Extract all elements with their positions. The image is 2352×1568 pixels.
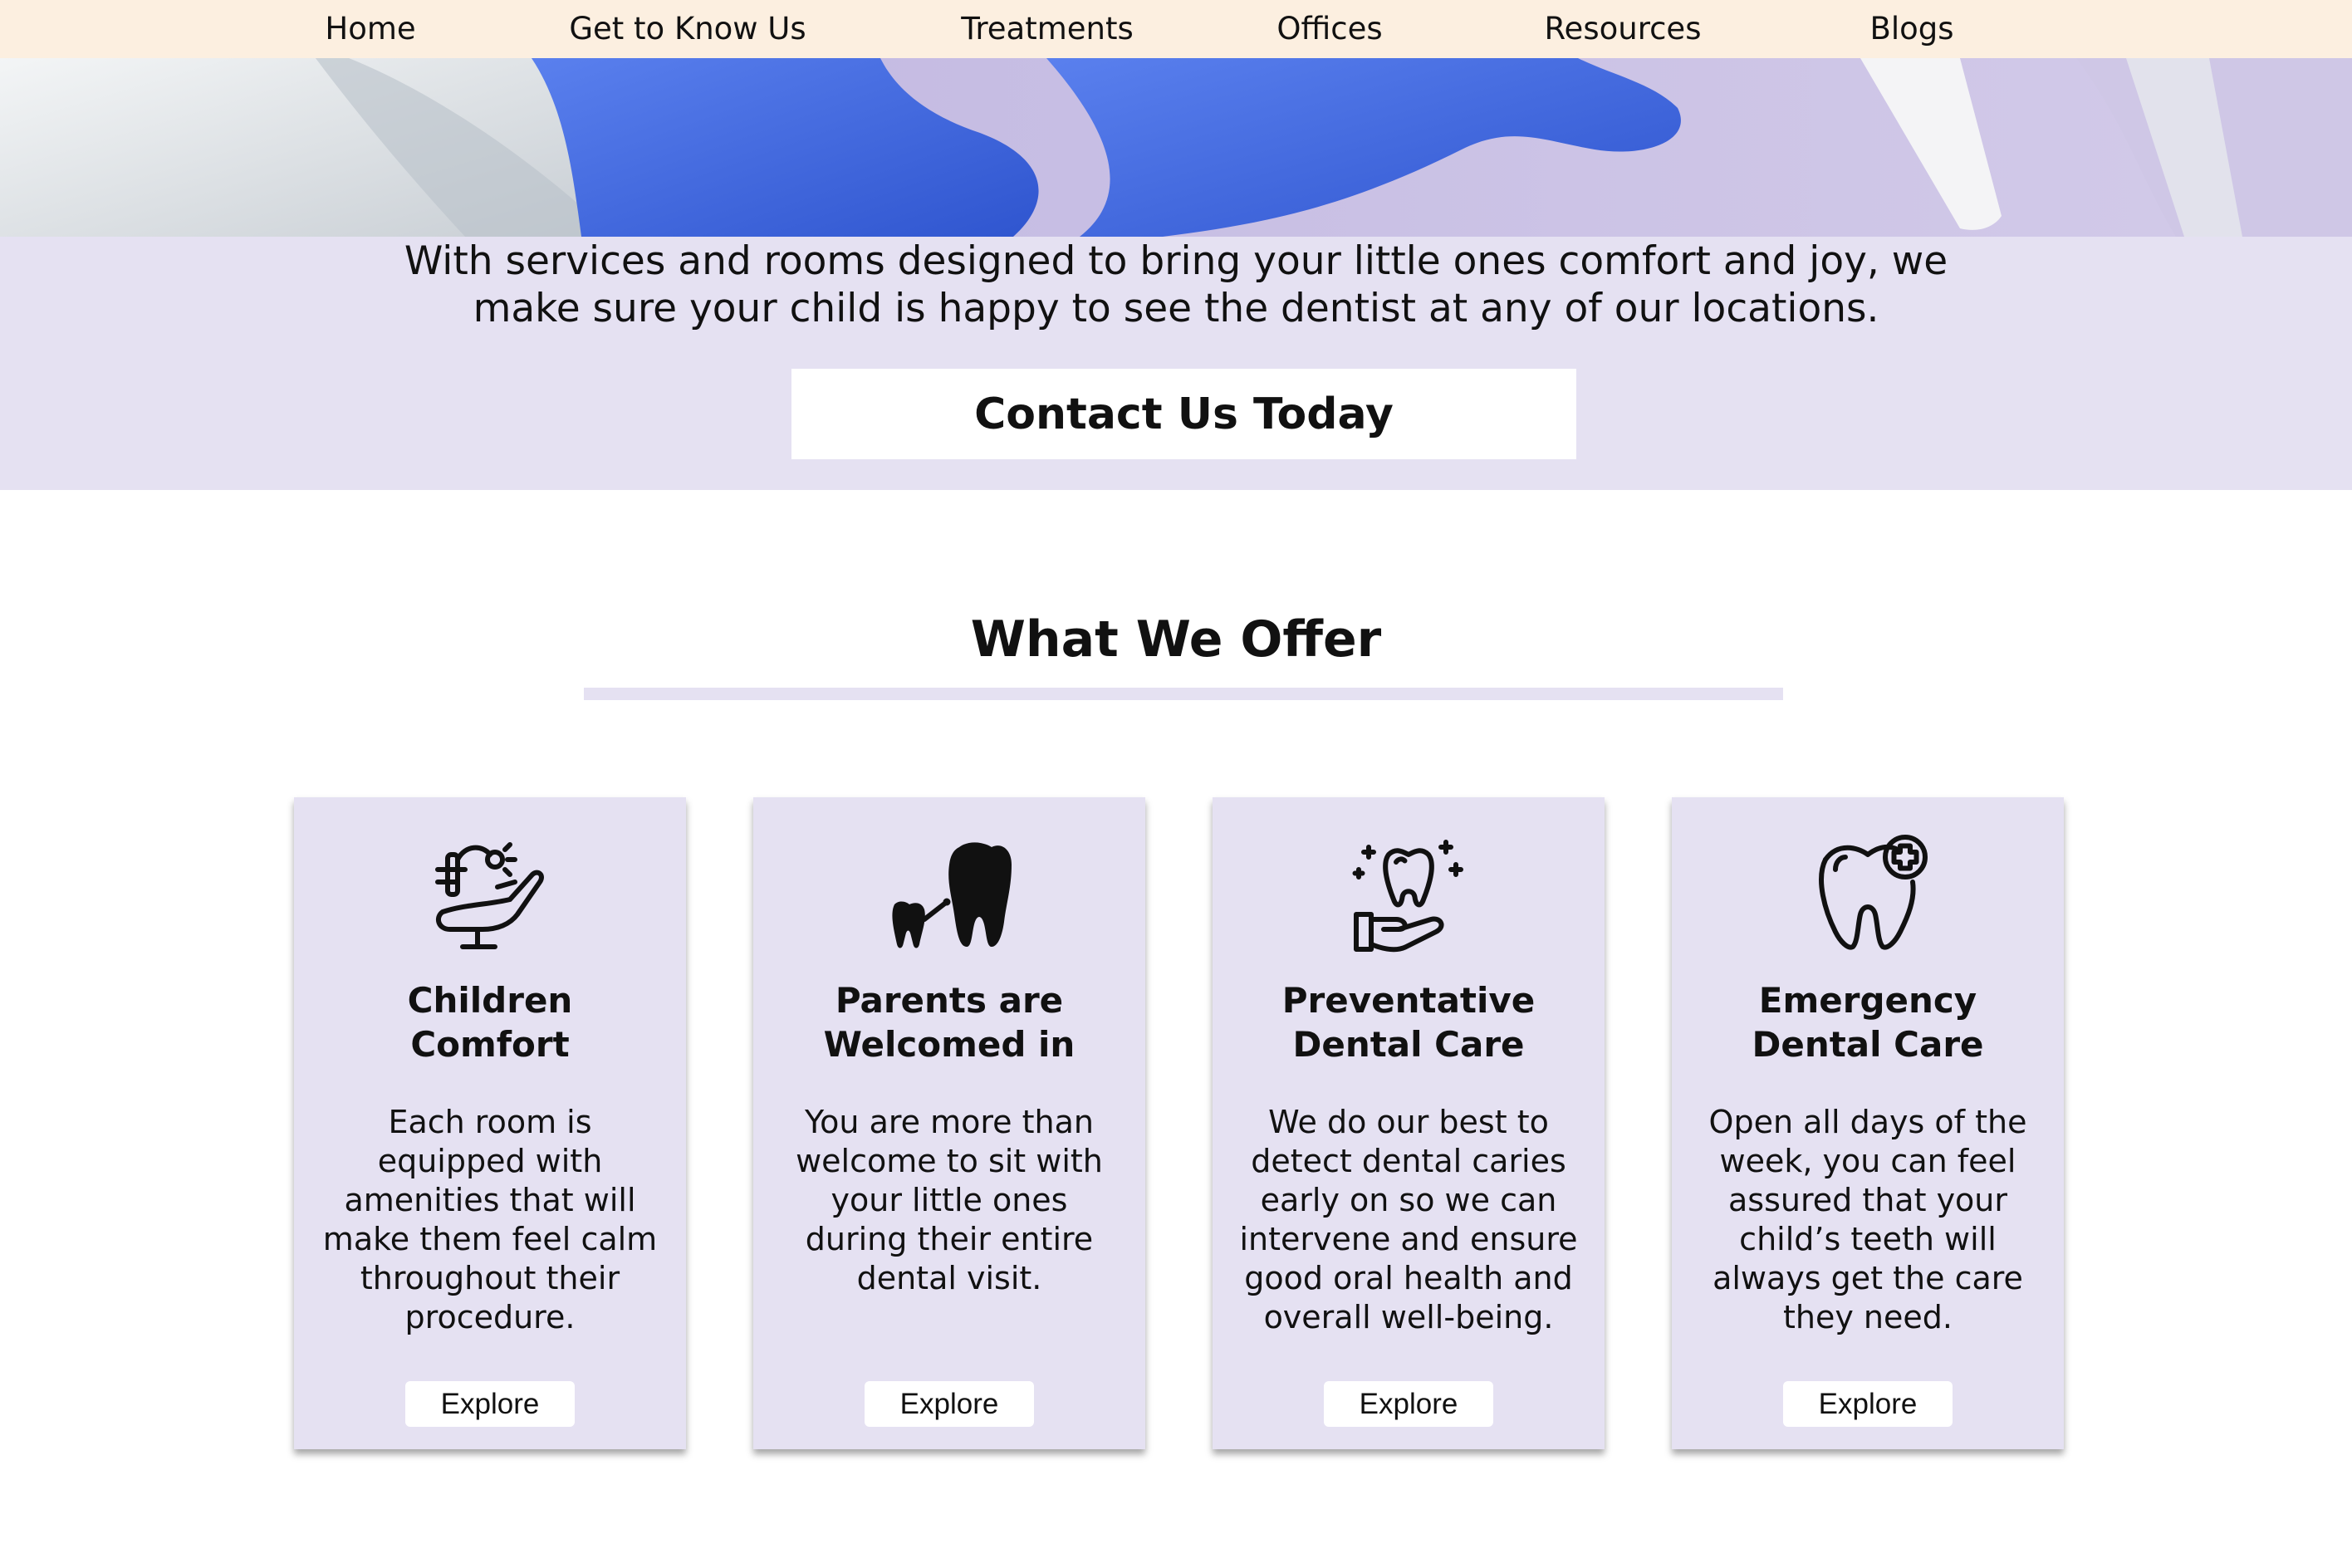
card-desc-line: make them feel calm <box>322 1221 658 1257</box>
card-desc-line: throughout their <box>360 1260 620 1296</box>
offer-card-children-comfort: Children Comfort Each room is equipped w… <box>294 797 686 1449</box>
card-desc-line: Each room is <box>388 1104 592 1140</box>
card-desc-line: We do our best to <box>1268 1104 1549 1140</box>
hero-photo <box>0 58 2352 237</box>
card-desc-line: overall well-being. <box>1263 1299 1554 1335</box>
hero-photo-illustration <box>0 58 2352 237</box>
explore-button[interactable]: Explore <box>1783 1381 1953 1427</box>
card-title-line-1: Preventative <box>1281 980 1536 1021</box>
hero-description-line-2: make sure your child is happy to see the… <box>473 286 1879 331</box>
card-title-line-2: Dental Care <box>1292 1024 1525 1065</box>
card-description: You are more than welcome to sit with yo… <box>775 1103 1124 1298</box>
card-title-line-1: Emergency <box>1758 980 1977 1021</box>
card-description: We do our best to detect dental caries e… <box>1234 1103 1583 1337</box>
top-navigation: Home Get to Know Us Treatments Offices R… <box>0 0 2352 58</box>
parent-child-teeth-icon <box>892 842 1012 948</box>
nav-offices[interactable]: Offices <box>1276 0 1382 58</box>
card-desc-line: You are more than <box>805 1104 1094 1140</box>
card-title: Emergency Dental Care <box>1672 978 2064 1066</box>
card-title-line-2: Welcomed in <box>823 1024 1076 1065</box>
card-desc-line: your little ones <box>831 1182 1068 1218</box>
section-title: What We Offer <box>970 610 1382 669</box>
card-desc-line: child’s teeth will <box>1739 1221 1997 1257</box>
card-title-line-2: Dental Care <box>1752 1024 1984 1065</box>
nav-get-to-know-us[interactable]: Get to Know Us <box>569 0 806 58</box>
explore-button[interactable]: Explore <box>1324 1381 1493 1427</box>
card-title: Preventative Dental Care <box>1213 978 1605 1066</box>
nav-blogs[interactable]: Blogs <box>1869 0 1953 58</box>
nav-treatments[interactable]: Treatments <box>961 0 1134 58</box>
card-desc-line: always get the care <box>1713 1260 2023 1296</box>
card-desc-line: dental visit. <box>856 1260 1042 1296</box>
offer-card-preventative-care: Preventative Dental Care We do our best … <box>1213 797 1605 1449</box>
title-underline <box>584 688 1783 700</box>
card-desc-line: welcome to sit with <box>796 1143 1103 1179</box>
card-desc-line: amenities that will <box>344 1182 636 1218</box>
tooth-in-hand-icon <box>1352 840 1463 953</box>
nav-home[interactable]: Home <box>325 0 415 58</box>
card-desc-line: intervene and ensure <box>1239 1221 1578 1257</box>
hero-description: With services and rooms designed to brin… <box>345 238 2007 332</box>
card-title-line-1: Parents are <box>835 980 1064 1021</box>
card-desc-line: they need. <box>1783 1299 1953 1335</box>
hero-description-line-1: With services and rooms designed to brin… <box>404 238 1948 284</box>
card-desc-line: assured that your <box>1727 1182 2008 1218</box>
card-title-line-1: Children <box>407 980 573 1021</box>
explore-button[interactable]: Explore <box>865 1381 1034 1427</box>
contact-us-button[interactable]: Contact Us Today <box>791 369 1576 459</box>
card-desc-line: Open all days of the <box>1708 1104 2027 1140</box>
card-title-line-2: Comfort <box>410 1024 570 1065</box>
dental-chair-icon <box>435 842 544 949</box>
card-desc-line: good oral health and <box>1244 1260 1573 1296</box>
card-description: Each room is equipped with amenities tha… <box>316 1103 664 1337</box>
card-description: Open all days of the week, you can feel … <box>1693 1103 2042 1337</box>
offer-card-emergency-care: Emergency Dental Care Open all days of t… <box>1672 797 2064 1449</box>
card-desc-line: procedure. <box>404 1299 576 1335</box>
card-desc-line: during their entire <box>805 1221 1094 1257</box>
offer-card-parents-welcomed: Parents are Welcomed in You are more tha… <box>753 797 1145 1449</box>
nav-resources[interactable]: Resources <box>1545 0 1702 58</box>
card-desc-line: detect dental caries <box>1251 1143 1566 1179</box>
card-desc-line: week, you can feel <box>1719 1143 2016 1179</box>
explore-button[interactable]: Explore <box>405 1381 575 1427</box>
tooth-medical-cross-icon <box>1819 835 1928 950</box>
card-desc-line: early on so we can <box>1260 1182 1557 1218</box>
card-title: Parents are Welcomed in <box>753 978 1145 1066</box>
card-desc-line: equipped with <box>377 1143 603 1179</box>
card-title: Children Comfort <box>294 978 686 1066</box>
